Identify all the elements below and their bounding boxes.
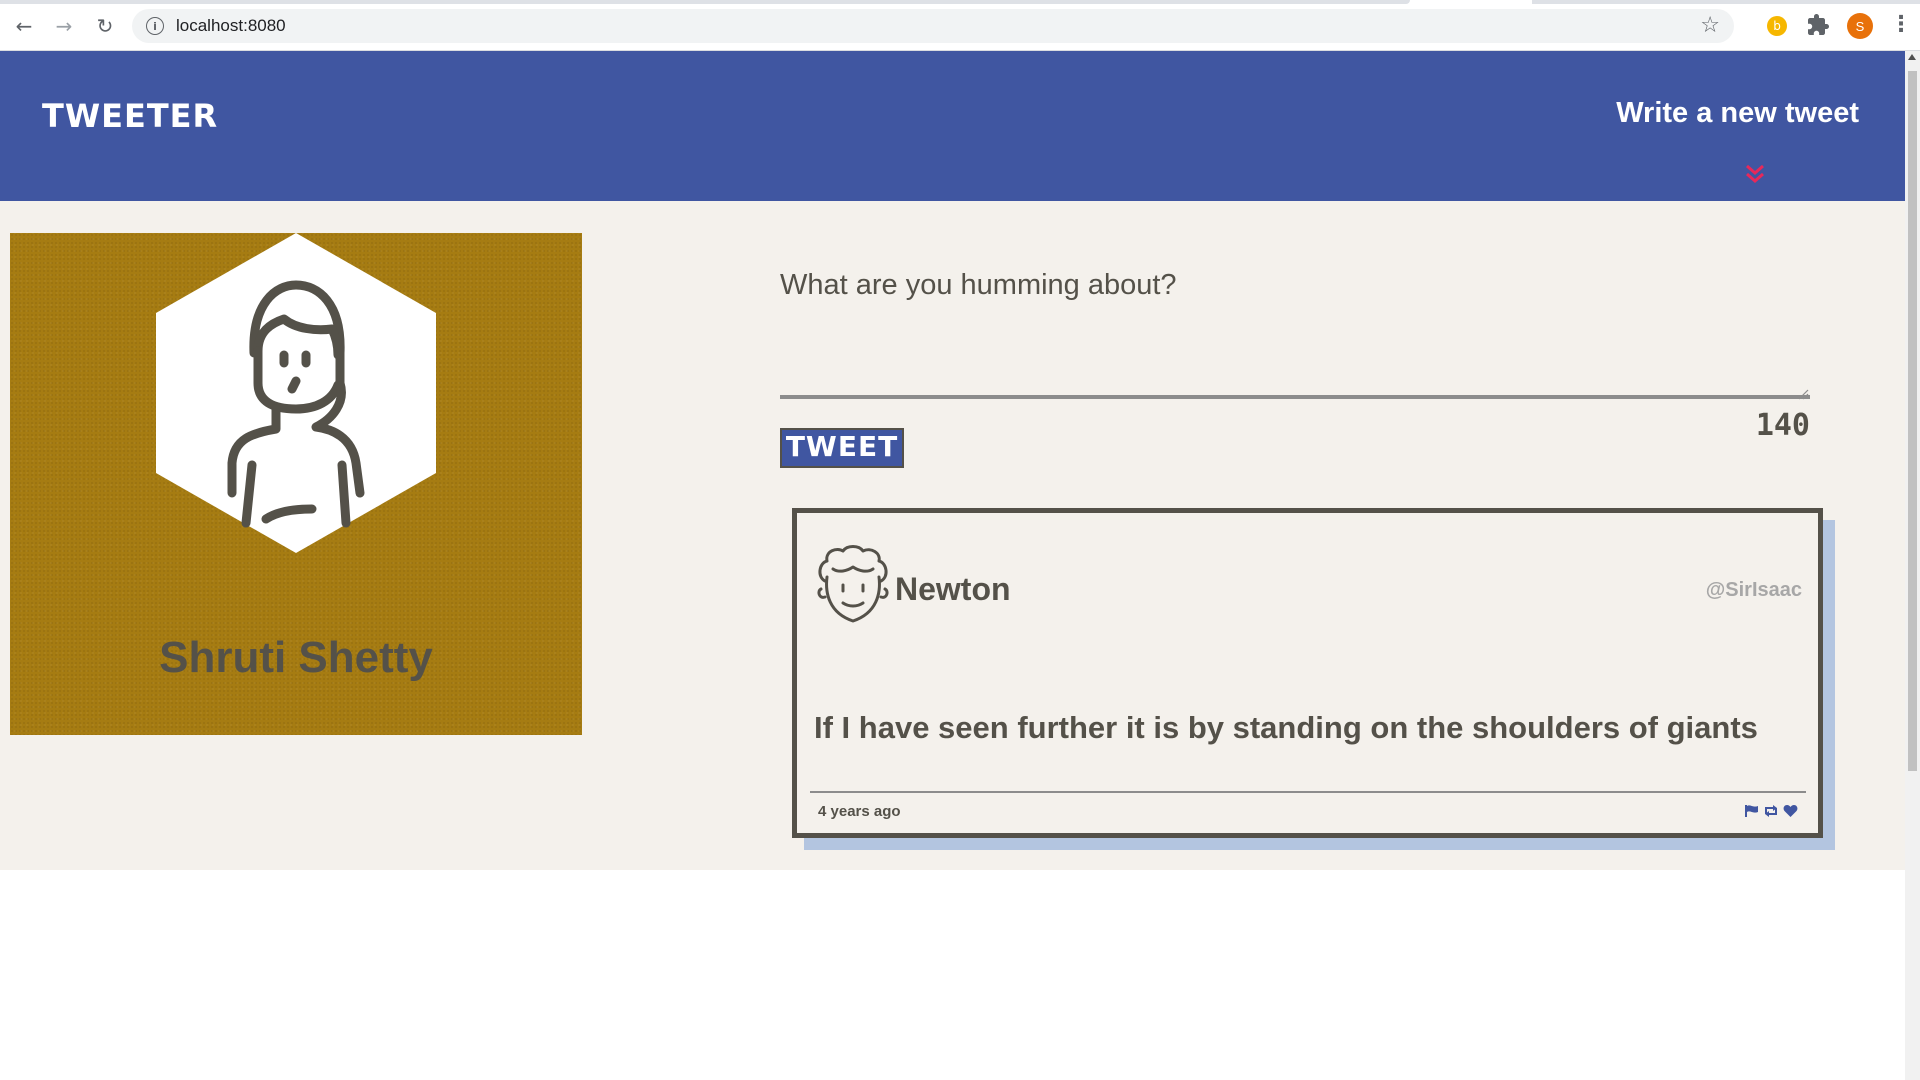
profile-avatar[interactable]: S (1847, 13, 1873, 39)
profile-name: Shruti Shetty (159, 633, 433, 682)
site-info-icon[interactable]: i (146, 17, 164, 35)
tweet-author-name: Newton (895, 571, 1011, 607)
reload-icon[interactable]: ↻ (91, 12, 119, 40)
retweet-icon[interactable] (1763, 804, 1779, 818)
page: TWEETER Write a new tweet Shruti Shetty … (0, 51, 1905, 870)
tweet-actions (1744, 802, 1798, 820)
forward-icon[interactable]: → (50, 12, 78, 40)
double-chevron-down-icon[interactable] (1744, 163, 1766, 185)
profile-card: Shruti Shetty (10, 233, 582, 735)
tweet-compose-input[interactable] (780, 269, 1810, 399)
address-bar[interactable]: i localhost:8080 ☆ (132, 9, 1734, 43)
resize-handle-icon[interactable] (1797, 388, 1809, 400)
url-text[interactable]: localhost:8080 (176, 16, 286, 36)
tweet-divider (810, 791, 1806, 793)
browser-menu-icon[interactable]: ⋮ (1890, 12, 1912, 38)
tab-strip (0, 0, 1410, 4)
scrollbar-thumb[interactable] (1908, 71, 1917, 771)
scroll-up-icon[interactable] (1908, 54, 1916, 60)
tweet-avatar-icon (817, 545, 889, 623)
tweet-author-handle: @SirIsaac (1705, 579, 1802, 601)
tweet-card: Newton @SirIsaac If I have seen further … (792, 508, 1823, 838)
tweet-submit-button[interactable]: TWEET (780, 428, 904, 468)
tab-strip-right (1532, 0, 1920, 4)
character-counter: 140 (1755, 408, 1810, 443)
tweet-timestamp: 4 years ago (818, 803, 901, 820)
bookmark-star-icon[interactable]: ☆ (1700, 13, 1720, 38)
tweet-body: If I have seen further it is by standing… (814, 710, 1758, 745)
write-tweet-link[interactable]: Write a new tweet (1616, 97, 1859, 130)
nav-header: TWEETER Write a new tweet (0, 51, 1905, 201)
heart-icon[interactable] (1783, 804, 1798, 818)
browser-toolbar: ← → ↻ i localhost:8080 ☆ b S ⋮ (0, 0, 1920, 51)
back-icon[interactable]: ← (10, 12, 38, 40)
extension-coin-icon[interactable]: b (1767, 16, 1787, 36)
brand-logo[interactable]: TWEETER (42, 97, 218, 135)
page-scrollbar[interactable] (1905, 51, 1920, 1080)
flag-icon[interactable] (1744, 804, 1759, 818)
extensions-puzzle-icon[interactable] (1806, 13, 1830, 37)
profile-avatar-hexagon (156, 233, 436, 553)
